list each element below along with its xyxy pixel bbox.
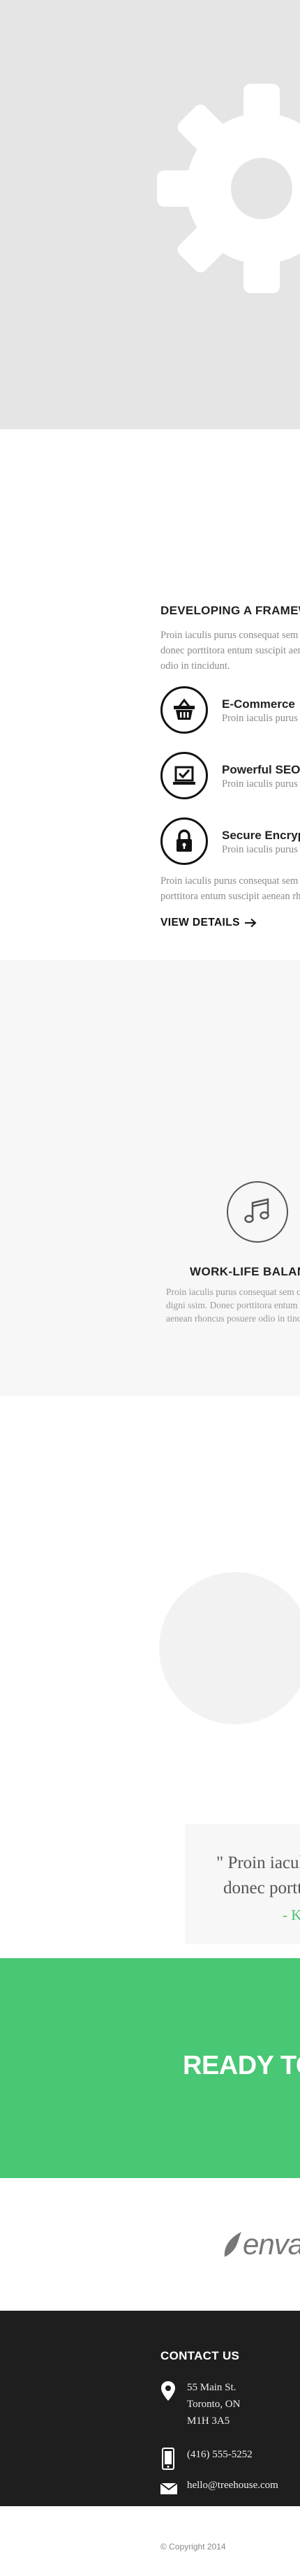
feature-title: E-Commerce (222, 697, 295, 711)
worklife-title: WORK-LIFE BALANCE (190, 1265, 300, 1278)
quote-box: " Proin iaculis purus donec porttitora -… (185, 1824, 300, 1944)
features-outro: Proin iaculis purus consequat sem cure d… (160, 873, 300, 904)
quote-line: donec porttitora (223, 1879, 300, 1897)
feature-title: Powerful SEO (222, 763, 300, 776)
copyright-bar: © Copyright 2014 (0, 2506, 300, 2576)
feature-item-seo: Powerful SEO Proin iaculis purus consequ… (160, 752, 300, 806)
cta-heading: READY TO GET STARTED? (183, 2051, 300, 2080)
intro-line: donec porttitora entum suscipit aenean r… (160, 645, 300, 656)
avatar (159, 1572, 300, 1724)
intro-line: Proin iaculis purus consequat sem cure d… (160, 630, 300, 641)
feature-title: Secure Encryption (222, 829, 300, 842)
outro-line: porttitora entum suscipit aenean rhoncus… (160, 891, 300, 902)
feature-desc: Proin iaculis purus consequat sem cure (222, 713, 300, 724)
leaf-icon (224, 2232, 241, 2257)
contact-phone[interactable]: (416) 555-5252 (187, 2449, 253, 2461)
worklife-desc-line: aenean rhoncus posuere odio in tincidunt… (166, 1313, 300, 1324)
laptop-check-icon (160, 752, 208, 799)
basket-icon (160, 686, 208, 734)
lock-icon (160, 817, 208, 865)
quote-author: - Kim (283, 1907, 300, 1923)
address-line: 55 Main St. (187, 2382, 237, 2393)
feature-item-encryption: Secure Encryption Proin iaculis purus co… (160, 817, 300, 872)
contact-address: 55 Main St. Toronto, ON M1H 3A5 (187, 2379, 240, 2429)
arrow-right-icon (244, 918, 257, 928)
features-content: DEVELOPING A FRAMEWORK Proin iaculis pur… (160, 604, 300, 929)
features-intro: Proin iaculis purus consequat sem cure d… (160, 628, 300, 674)
outro-line: Proin iaculis purus consequat sem cure d… (160, 875, 300, 887)
intro-line: odio in tincidunt. (160, 660, 230, 672)
worklife-desc: Proin iaculis purus consequat sem cure d… (166, 1285, 300, 1325)
copyright-text: © Copyright 2014 (160, 2542, 226, 2552)
feature-desc: Proin iaculis purus consequat sem cure (222, 778, 300, 790)
music-note-icon (227, 1181, 288, 1243)
contact-title: CONTACT US (160, 2349, 240, 2362)
testimonial-section: " Proin iaculis purus donec porttitora -… (0, 1396, 300, 1958)
feature-desc: Proin iaculis purus consequat sem cure (222, 844, 300, 855)
feature-item-ecommerce: E-Commerce Proin iaculis purus consequat… (160, 686, 300, 741)
features-title: DEVELOPING A FRAMEWORK (160, 604, 300, 617)
worklife-desc-line: digni ssim. Donec porttitora entum susci… (166, 1300, 300, 1310)
page: DEVELOPING A FRAMEWORK Proin iaculis pur… (0, 0, 300, 2576)
worklife-desc-line: Proin iaculis purus consequat sem cure (166, 1287, 300, 1297)
worklife-section: WORK-LIFE BALANCE Proin iaculis purus co… (0, 960, 300, 1396)
footer: CONTACT US 55 Main St. Toronto, ON M1H 3… (0, 2311, 300, 2506)
address-line: Toronto, ON (187, 2399, 241, 2410)
view-details-label: VIEW DETAILS (160, 917, 240, 928)
partners-section: envato (0, 2178, 300, 2311)
quote-text: " Proin iaculis purus donec porttitora (216, 1851, 300, 1901)
contact-email[interactable]: hello@treehouse.com (187, 2480, 278, 2492)
mail-icon (160, 2482, 178, 2494)
phone-icon (162, 2448, 174, 2470)
features-section: DEVELOPING A FRAMEWORK Proin iaculis pur… (0, 429, 300, 960)
envato-logo[interactable]: envato (222, 2228, 300, 2260)
map-pin-icon (161, 2381, 175, 2401)
quote-line: " Proin iaculis purus (216, 1853, 300, 1872)
cta-section[interactable]: READY TO GET STARTED? (0, 1958, 300, 2178)
envato-logo-text: envato (243, 2228, 300, 2260)
gear-icon (157, 84, 300, 293)
address-line: M1H 3A5 (187, 2415, 230, 2427)
view-details-link[interactable]: VIEW DETAILS (160, 917, 257, 929)
hero-section (0, 0, 300, 429)
